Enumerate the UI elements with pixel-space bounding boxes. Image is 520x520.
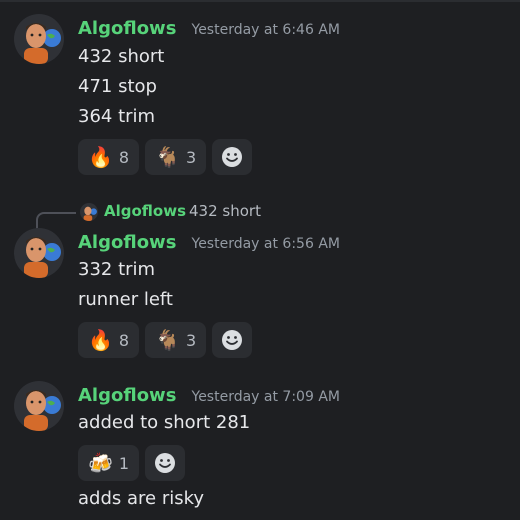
reply-text[interactable]: 432 short [189,202,261,220]
reply-author[interactable]: Algoflows [104,202,186,220]
timestamp[interactable]: Yesterday at 6:46 AM [192,22,340,38]
username[interactable]: Algoflows [78,385,176,406]
reaction-count: 1 [118,453,130,473]
goat-emoji-icon: 🐐 [155,145,180,169]
fire-emoji-icon: 🔥 [88,328,113,352]
fire-emoji-icon: 🔥 [88,145,113,169]
timestamp[interactable]: Yesterday at 7:09 AM [192,389,340,405]
beers-emoji-icon: 🍻 [88,451,113,475]
add-reaction-button[interactable] [145,445,186,481]
add-reaction-button[interactable] [212,322,253,358]
message-text: 471 stop [78,76,157,97]
reply-avatar[interactable] [80,203,98,221]
reaction-count: 8 [118,147,130,167]
goat-emoji-icon: 🐐 [155,328,180,352]
smiley-icon [222,147,243,167]
timestamp[interactable]: Yesterday at 6:56 AM [192,236,340,252]
smiley-icon [222,330,243,350]
message-header: Algoflows Yesterday at 7:09 AM [78,385,340,409]
reaction-bar: 🔥 8 🐐 3 [78,322,253,358]
reaction-goat[interactable]: 🐐 3 [145,139,207,175]
reaction-bar: 🔥 8 🐐 3 [78,139,253,175]
message-text: runner left [78,289,173,310]
reply-preview[interactable]: Algoflows 432 short [0,200,520,230]
avatar[interactable] [14,381,64,431]
reaction-goat[interactable]: 🐐 3 [145,322,207,358]
message-text: 432 short [78,46,165,67]
avatar[interactable] [14,14,64,64]
top-divider [0,0,520,2]
reaction-beers[interactable]: 🍻 1 [78,445,140,481]
reaction-count: 3 [186,330,197,350]
message-text: 332 trim [78,259,156,280]
message-text: adds are risky [78,488,205,509]
add-reaction-button[interactable] [212,139,253,175]
message-text: 364 trim [78,106,156,127]
message-header: Algoflows Yesterday at 6:46 AM [78,18,340,42]
username[interactable]: Algoflows [78,18,176,39]
reaction-count: 8 [118,330,130,350]
smiley-icon [155,453,176,473]
message-text: added to short 281 [78,412,251,433]
avatar[interactable] [14,228,64,278]
reaction-fire[interactable]: 🔥 8 [78,322,140,358]
reaction-count: 3 [186,147,197,167]
reaction-fire[interactable]: 🔥 8 [78,139,140,175]
message-header: Algoflows Yesterday at 6:56 AM [78,232,340,256]
reaction-bar: 🍻 1 [78,445,186,481]
username[interactable]: Algoflows [78,232,176,253]
